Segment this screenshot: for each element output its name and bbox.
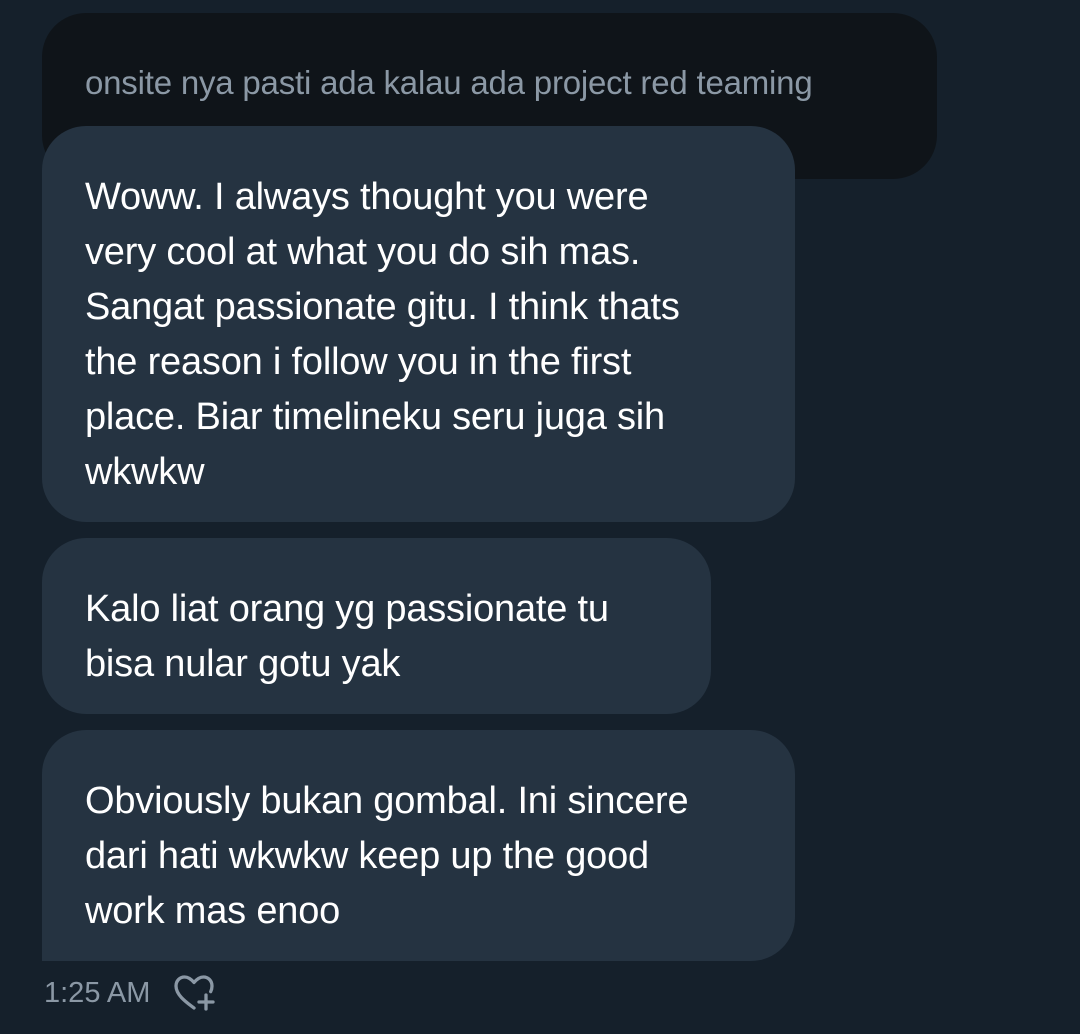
message-bubble[interactable]: Kalo liat orang yg passionate tu bisa nu… bbox=[42, 538, 711, 714]
message-timestamp: 1:25 AM bbox=[44, 977, 151, 1009]
message-meta: 1:25 AM bbox=[44, 975, 216, 1011]
message-bubble[interactable]: Obviously bukan gombal. Ini sincere dari… bbox=[42, 730, 795, 961]
heart-plus-icon[interactable] bbox=[172, 974, 216, 1012]
message-bubble[interactable]: Woww. I always thought you were very coo… bbox=[42, 126, 795, 522]
